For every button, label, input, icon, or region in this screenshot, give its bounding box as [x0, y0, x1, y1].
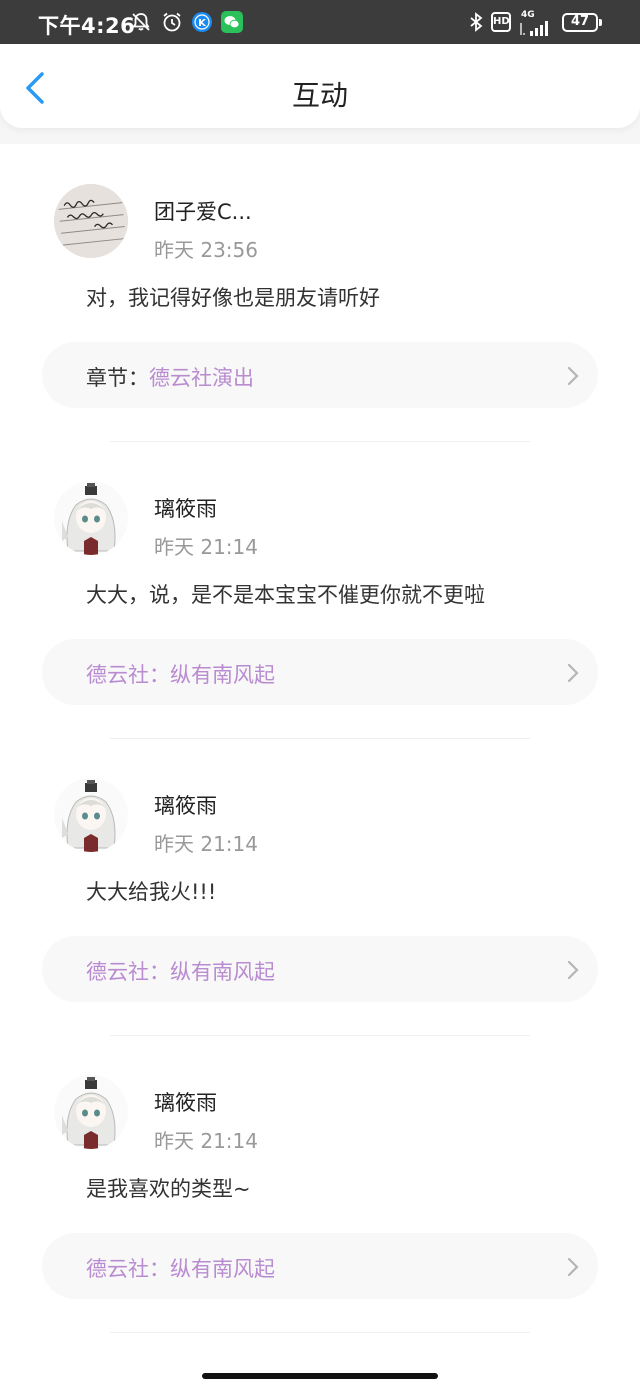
alarm-icon — [163, 12, 181, 32]
svg-text:K: K — [198, 18, 207, 29]
chevron-right-icon — [567, 960, 579, 980]
chevron-right-icon — [567, 663, 579, 683]
comment-text: 对，我记得好像也是朋友请听好 — [86, 286, 380, 310]
chip-content: 德云社：纵有南风起 — [86, 659, 275, 689]
battery-icon: 47 — [562, 13, 598, 32]
comment-text: 大大，说，是不是本宝宝不催更你就不更啦 — [86, 583, 485, 607]
timestamp: 昨天 23:56 — [154, 238, 258, 262]
handwriting-avatar-icon — [54, 184, 128, 258]
username[interactable]: 璃筱雨 — [154, 790, 217, 820]
battery-level: 47 — [570, 14, 590, 29]
list-item: 璃筱雨 昨天 21:14 大大，说，是不是本宝宝不催更你就不更啦 德云社：纵有南… — [0, 441, 640, 739]
signal-icon — [520, 21, 548, 36]
list-item: 璃筱雨 昨天 21:14 是我喜欢的类型~ 德云社：纵有南风起 — [0, 1035, 640, 1333]
chip-content: 章节：德云社演出 — [86, 362, 254, 392]
avatar[interactable] — [54, 778, 128, 852]
chapter-link[interactable]: 德云社：纵有南风起 — [42, 639, 598, 705]
battery-tip — [599, 19, 602, 26]
bluetooth-icon — [470, 12, 483, 32]
avatar[interactable] — [54, 184, 128, 258]
avatar[interactable] — [54, 1075, 128, 1149]
page-title: 互动 — [291, 79, 348, 112]
comment-text: 是我喜欢的类型~ — [86, 1177, 251, 1201]
username[interactable]: 璃筱雨 — [154, 1087, 217, 1117]
username[interactable]: 璃筱雨 — [154, 493, 217, 523]
chip-label: 德云社：纵有南风起 — [86, 1257, 275, 1281]
k-app-icon: K — [192, 12, 212, 32]
timestamp: 昨天 21:14 — [154, 535, 258, 559]
network-type: 4G — [521, 10, 535, 20]
comment-text: 大大给我火!!! — [86, 880, 217, 904]
nav-bar: 互动 — [0, 44, 640, 128]
chip-prefix: 章节： — [86, 366, 149, 390]
anime-girl-avatar-icon — [54, 481, 128, 555]
home-indicator[interactable] — [202, 1373, 438, 1379]
chip-label: 德云社：纵有南风起 — [86, 960, 275, 984]
chevron-right-icon — [567, 366, 579, 386]
wechat-icon — [221, 11, 243, 33]
avatar[interactable] — [54, 481, 128, 555]
anime-girl-avatar-icon — [54, 778, 128, 852]
list-item: 璃筱雨 昨天 21:14 大大给我火!!! 德云社：纵有南风起 — [0, 738, 640, 1036]
status-time: 下午4:26 — [38, 14, 136, 38]
chip-label: 德云社演出 — [149, 366, 254, 390]
timestamp: 昨天 21:14 — [154, 832, 258, 856]
hd-icon: HD — [491, 12, 511, 32]
timestamp: 昨天 21:14 — [154, 1129, 258, 1153]
chip-content: 德云社：纵有南风起 — [86, 956, 275, 986]
chevron-right-icon — [567, 1257, 579, 1277]
interaction-list[interactable]: 团子爱C... 昨天 23:56 对，我记得好像也是朋友请听好 章节：德云社演出 — [0, 144, 640, 1387]
list-item: 团子爱C... 昨天 23:56 对，我记得好像也是朋友请听好 章节：德云社演出 — [0, 144, 640, 442]
chip-label: 德云社：纵有南风起 — [86, 663, 275, 687]
divider — [110, 1332, 530, 1333]
chapter-link[interactable]: 德云社：纵有南风起 — [42, 936, 598, 1002]
chapter-link[interactable]: 章节：德云社演出 — [42, 342, 598, 408]
mute-bell-icon — [132, 13, 150, 31]
status-bar: 下午4:26 K HD 4G 47 — [0, 0, 640, 44]
chapter-link[interactable]: 德云社：纵有南风起 — [42, 1233, 598, 1299]
anime-girl-avatar-icon — [54, 1075, 128, 1149]
chip-content: 德云社：纵有南风起 — [86, 1253, 275, 1283]
username[interactable]: 团子爱C... — [154, 196, 252, 226]
